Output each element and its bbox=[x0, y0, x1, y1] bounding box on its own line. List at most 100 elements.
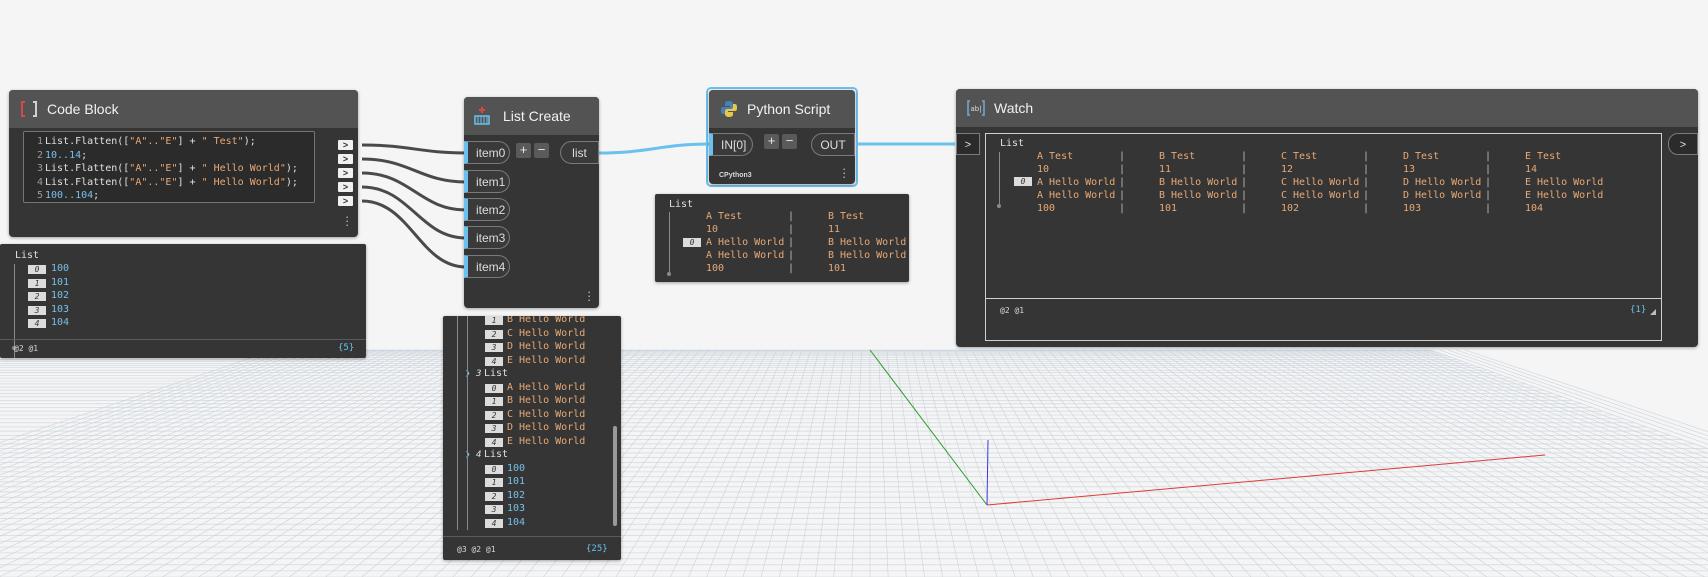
preview-levels[interactable]: @2 @1 bbox=[14, 344, 38, 353]
table-cell: 101 bbox=[828, 263, 847, 274]
python-icon bbox=[721, 101, 737, 117]
code-token: 100..104 bbox=[45, 190, 94, 201]
table-cell: 100 bbox=[1037, 203, 1056, 214]
scrollbar-thumb[interactable] bbox=[613, 426, 617, 526]
svg-text:ab|: ab| bbox=[970, 105, 981, 113]
code-token: List.Flatten([ bbox=[45, 136, 130, 147]
code-block-preview[interactable]: List 0 100 1 101 2 102 3 103 4 104 @2 @1 {5} bbox=[0, 244, 366, 358]
column-separator: | bbox=[1119, 177, 1126, 188]
code-token: "A".."E" bbox=[129, 163, 178, 174]
list-value: 100 bbox=[51, 263, 70, 274]
code-token: ; bbox=[81, 149, 88, 161]
list-create-node[interactable]: List Create item0 item1 item2 item3 item… bbox=[464, 97, 599, 308]
list-index: 0 bbox=[683, 238, 701, 247]
list-index: 2 bbox=[485, 410, 503, 420]
table-cell: A Test bbox=[706, 211, 743, 222]
output-port-4[interactable]: > bbox=[338, 182, 353, 192]
watch-display[interactable]: List 0 A Test | 10 | A Hello World | A Hello W… bbox=[985, 133, 1662, 341]
node-menu-icon[interactable]: · · · bbox=[345, 210, 349, 231]
table-cell: D Hello World bbox=[1403, 177, 1482, 188]
list-index: 3 bbox=[485, 424, 503, 433]
group-index: 3 bbox=[476, 369, 482, 379]
table-cell: B Test bbox=[1159, 151, 1196, 162]
add-input-button[interactable]: + bbox=[516, 143, 531, 158]
output-port-5[interactable]: > bbox=[338, 196, 353, 206]
code-token: List.Flatten([ bbox=[45, 176, 130, 188]
column-separator: | bbox=[1119, 151, 1126, 162]
table-cell: A Hello World bbox=[1037, 177, 1116, 188]
list-create-preview[interactable]: 1 B Hello World 2 C Hello World 3 D Hello Wor… bbox=[443, 316, 621, 560]
table-cell: E Hello World bbox=[1525, 190, 1604, 201]
column-separator: | bbox=[788, 237, 795, 248]
column-separator: | bbox=[788, 224, 795, 235]
table-cell: 13 bbox=[1403, 164, 1416, 175]
code-editor[interactable]: 1 List.Flatten(["A".."E"] + " Test"); 2 10.… bbox=[23, 131, 315, 203]
code-line[interactable]: 1 List.Flatten(["A".."E"] + " Test"); bbox=[24, 136, 256, 148]
table-cell: 12 bbox=[1281, 164, 1294, 175]
list-value: A Hello World bbox=[507, 381, 586, 393]
input-port-item0[interactable]: item0 bbox=[464, 141, 510, 164]
code-line[interactable]: 3 List.Flatten(["A".."E"] + " Hello World… bbox=[24, 163, 298, 175]
wire-code-to-item3[interactable] bbox=[361, 185, 467, 240]
list-index: 2 bbox=[485, 329, 503, 339]
resize-grip-icon[interactable] bbox=[1650, 309, 1656, 315]
code-block-node[interactable]: Code Block 1 List.Flatten(["A".."E"] + " … bbox=[9, 90, 358, 237]
table-cell: D Test bbox=[1403, 151, 1440, 162]
code-line[interactable]: 4 List.Flatten(["A".."E"] + " Hello World… bbox=[24, 177, 298, 189]
watch-header[interactable] bbox=[956, 89, 1698, 127]
wire-list-to-python[interactable] bbox=[598, 142, 712, 155]
table-cell: A Test bbox=[1037, 151, 1074, 162]
watch-node[interactable]: ab| Watch > > List 0 A Test | 10 | A Hello W… bbox=[956, 89, 1698, 347]
input-port-in0[interactable]: IN[0] bbox=[709, 133, 753, 156]
watch-output-port[interactable]: > bbox=[1668, 133, 1698, 155]
column-separator: | bbox=[1485, 203, 1492, 214]
list-value: 101 bbox=[51, 276, 70, 288]
python-script-node[interactable]: Python Script IN[0] + − OUT CPython3 · · · bbox=[709, 90, 855, 184]
python-script-preview[interactable]: List 0 A Test 10 A Hello World A Hello Worl… bbox=[655, 194, 909, 282]
node-menu-icon[interactable]: · · · bbox=[842, 162, 846, 183]
wire-code-to-item0[interactable] bbox=[361, 143, 467, 155]
list-index: 3 bbox=[485, 343, 503, 352]
input-port-item1[interactable]: item1 bbox=[464, 170, 510, 193]
list-index: 0 bbox=[485, 383, 503, 393]
add-input-button[interactable]: + bbox=[764, 134, 779, 149]
output-port-1[interactable]: > bbox=[338, 140, 353, 150]
wire-code-to-item1[interactable] bbox=[361, 157, 467, 184]
output-port-list[interactable]: list bbox=[560, 141, 599, 164]
input-port-item3[interactable]: item3 bbox=[464, 226, 510, 249]
list-index: 4 bbox=[485, 518, 503, 528]
output-port-3[interactable]: > bbox=[338, 168, 353, 178]
output-port-2[interactable]: > bbox=[338, 154, 353, 164]
line-number: 5 bbox=[36, 190, 43, 201]
table-cell: B Test bbox=[828, 211, 865, 222]
engine-label[interactable]: CPython3 bbox=[719, 172, 752, 179]
code-line[interactable]: 2 10..14; bbox=[24, 150, 87, 162]
remove-input-button[interactable]: − bbox=[534, 143, 549, 158]
list-value: C Hello World bbox=[507, 327, 586, 339]
list-value: C Hello World bbox=[507, 408, 586, 420]
watch-input-port[interactable]: > bbox=[956, 133, 980, 155]
input-port-item4[interactable]: item4 bbox=[464, 255, 510, 278]
code-token: ] + bbox=[177, 136, 202, 147]
code-token: ] + bbox=[177, 176, 202, 188]
table-cell: A Hello World bbox=[1037, 190, 1116, 201]
column-separator: | bbox=[1241, 190, 1248, 201]
table-cell: 102 bbox=[1281, 203, 1300, 214]
code-token: ); bbox=[285, 163, 298, 174]
table-cell: A Hello World bbox=[706, 237, 785, 248]
code-token: ); bbox=[285, 176, 298, 188]
divider bbox=[0, 339, 366, 340]
remove-input-button[interactable]: − bbox=[782, 134, 797, 149]
preview-levels[interactable]: @3 @2 @1 bbox=[457, 545, 496, 554]
watch-levels[interactable]: @2 @1 bbox=[1000, 306, 1024, 315]
output-port-out[interactable]: OUT bbox=[811, 133, 855, 156]
list-value: 103 bbox=[507, 503, 526, 514]
node-title: Python Script bbox=[747, 101, 831, 117]
table-cell: D Hello World bbox=[1403, 190, 1482, 201]
group-header: List bbox=[484, 368, 509, 379]
preview-header: List bbox=[669, 199, 694, 210]
table-cell: C Test bbox=[1281, 151, 1318, 162]
input-port-item2[interactable]: item2 bbox=[464, 198, 510, 221]
node-menu-icon[interactable]: · · · bbox=[587, 285, 591, 306]
code-line[interactable]: 5 100..104; bbox=[24, 190, 99, 202]
